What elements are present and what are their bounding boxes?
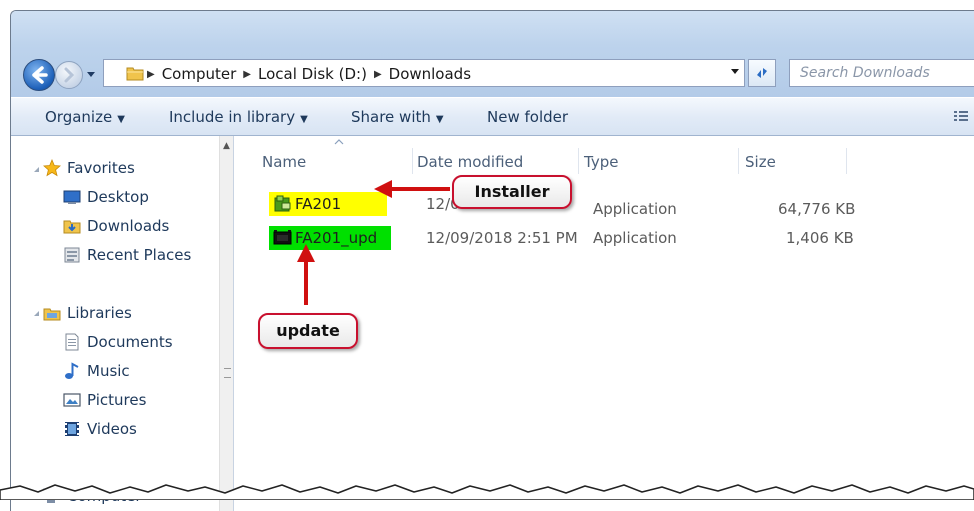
- torn-edge-decoration: [0, 484, 974, 500]
- update-arrow-head: [297, 244, 315, 262]
- annotation-arrows: [297, 180, 450, 305]
- update-callout: update: [258, 313, 358, 349]
- installer-callout: Installer: [452, 175, 572, 209]
- installer-callout-label: Installer: [474, 182, 550, 201]
- installer-arrow-head: [374, 180, 392, 198]
- update-callout-label: update: [276, 321, 340, 340]
